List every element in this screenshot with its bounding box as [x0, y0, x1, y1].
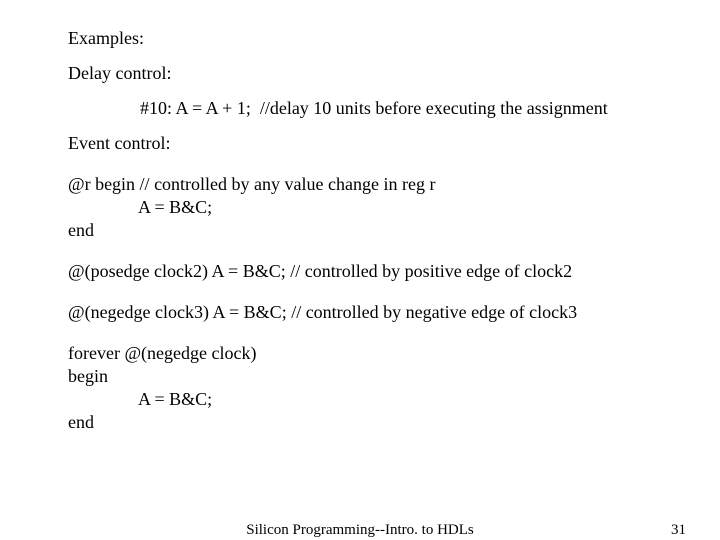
- slide-body: Examples: Delay control: #10: A = A + 1;…: [0, 0, 720, 540]
- code-posedge: @(posedge clock2) A = B&C; // controlled…: [68, 261, 720, 282]
- code-r-end: end: [68, 220, 720, 241]
- page-number: 31: [671, 522, 686, 539]
- code-forever-end: end: [68, 412, 720, 433]
- heading-examples: Examples:: [68, 28, 720, 49]
- code-r-begin: @r begin // controlled by any value chan…: [68, 174, 720, 195]
- code-r-body: A = B&C;: [68, 197, 720, 218]
- code-forever-begin: begin: [68, 366, 720, 387]
- heading-event-control: Event control:: [68, 133, 720, 154]
- code-negedge: @(negedge clock3) A = B&C; // controlled…: [68, 302, 720, 323]
- heading-delay-control: Delay control:: [68, 63, 720, 84]
- footer-title: Silicon Programming--Intro. to HDLs: [246, 522, 473, 539]
- code-delay-example: #10: A = A + 1; //delay 10 units before …: [68, 98, 720, 119]
- code-forever-body: A = B&C;: [68, 389, 720, 410]
- code-forever: forever @(negedge clock): [68, 343, 720, 364]
